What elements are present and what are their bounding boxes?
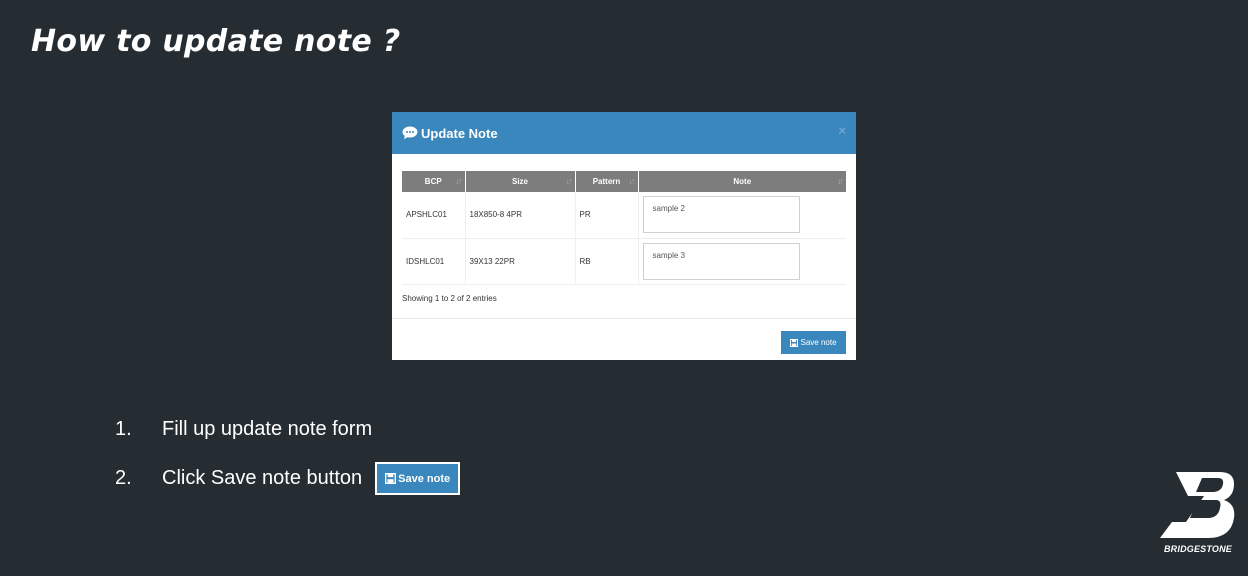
save-note-label: Save note [800,338,837,347]
bridgestone-b-icon [1160,472,1235,538]
note-input[interactable]: sample 2 [642,196,800,234]
column-header-note[interactable]: Note ↓↑ [638,171,846,192]
entries-info: Showing 1 to 2 of 2 entries [402,293,497,303]
modal-title: Update Note [421,125,498,141]
column-header-bcp[interactable]: BCP ↓↑ [402,171,466,192]
step-item: 1. Fill up update note form [115,418,372,441]
cell-size: 18X850-8 4PR [465,192,576,239]
table-row: IDSHLC01 39X13 22PR RB sample 3 [402,238,846,285]
save-note-button[interactable]: Save note [781,331,846,354]
column-header-pattern[interactable]: Pattern ↓↑ [575,171,639,192]
update-note-modal: Update Note × BCP ↓↑ Size ↓↑ Pattern ↓↑ Not… [392,112,856,360]
modal-footer: Save note [392,318,856,360]
cell-size: 39X13 22PR [465,238,576,285]
step-text: Fill up update note form [162,418,373,440]
modal-header: Update Note × [392,112,856,154]
table-row: APSHLC01 18X850-8 4PR PR sample 2 [402,192,846,239]
cell-note: sample 2 [638,192,846,239]
bridgestone-logo: BRIDGESTONE [1158,470,1238,556]
sort-icon: ↓↑ [628,176,636,186]
cell-pattern: RB [575,238,639,285]
sort-icon: ↓↑ [455,176,463,186]
notes-table: BCP ↓↑ Size ↓↑ Pattern ↓↑ Note ↓↑ APSHLC01 1… [402,171,846,285]
sort-icon: ↓↑ [565,176,573,186]
comment-icon [402,126,418,140]
cell-note: sample 3 [638,238,846,285]
cell-bcp: APSHLC01 [402,192,466,239]
sort-icon: ↓↑ [837,176,844,186]
floppy-disk-icon [790,338,799,347]
column-header-size[interactable]: Size ↓↑ [465,171,576,192]
save-note-label: Save note [398,472,451,485]
cell-bcp: IDSHLC01 [402,238,466,285]
step-number: 2. [115,467,132,489]
step-number: 1. [115,418,132,440]
slide-title: How to update note ? [31,24,401,59]
close-icon[interactable]: × [838,123,846,138]
step-item: 2. Click Save note button Save note [115,462,461,495]
modal-body: BCP ↓↑ Size ↓↑ Pattern ↓↑ Note ↓↑ APSHLC01 1… [392,154,856,303]
cell-pattern: PR [575,192,639,239]
step-text: Click Save note button [162,467,363,489]
table-header-row: BCP ↓↑ Size ↓↑ Pattern ↓↑ Note ↓↑ [402,171,846,192]
save-note-button-example[interactable]: Save note [375,462,461,495]
note-input[interactable]: sample 3 [642,242,800,280]
floppy-disk-icon [385,473,397,484]
logo-text: BRIDGESTONE [1163,544,1233,554]
